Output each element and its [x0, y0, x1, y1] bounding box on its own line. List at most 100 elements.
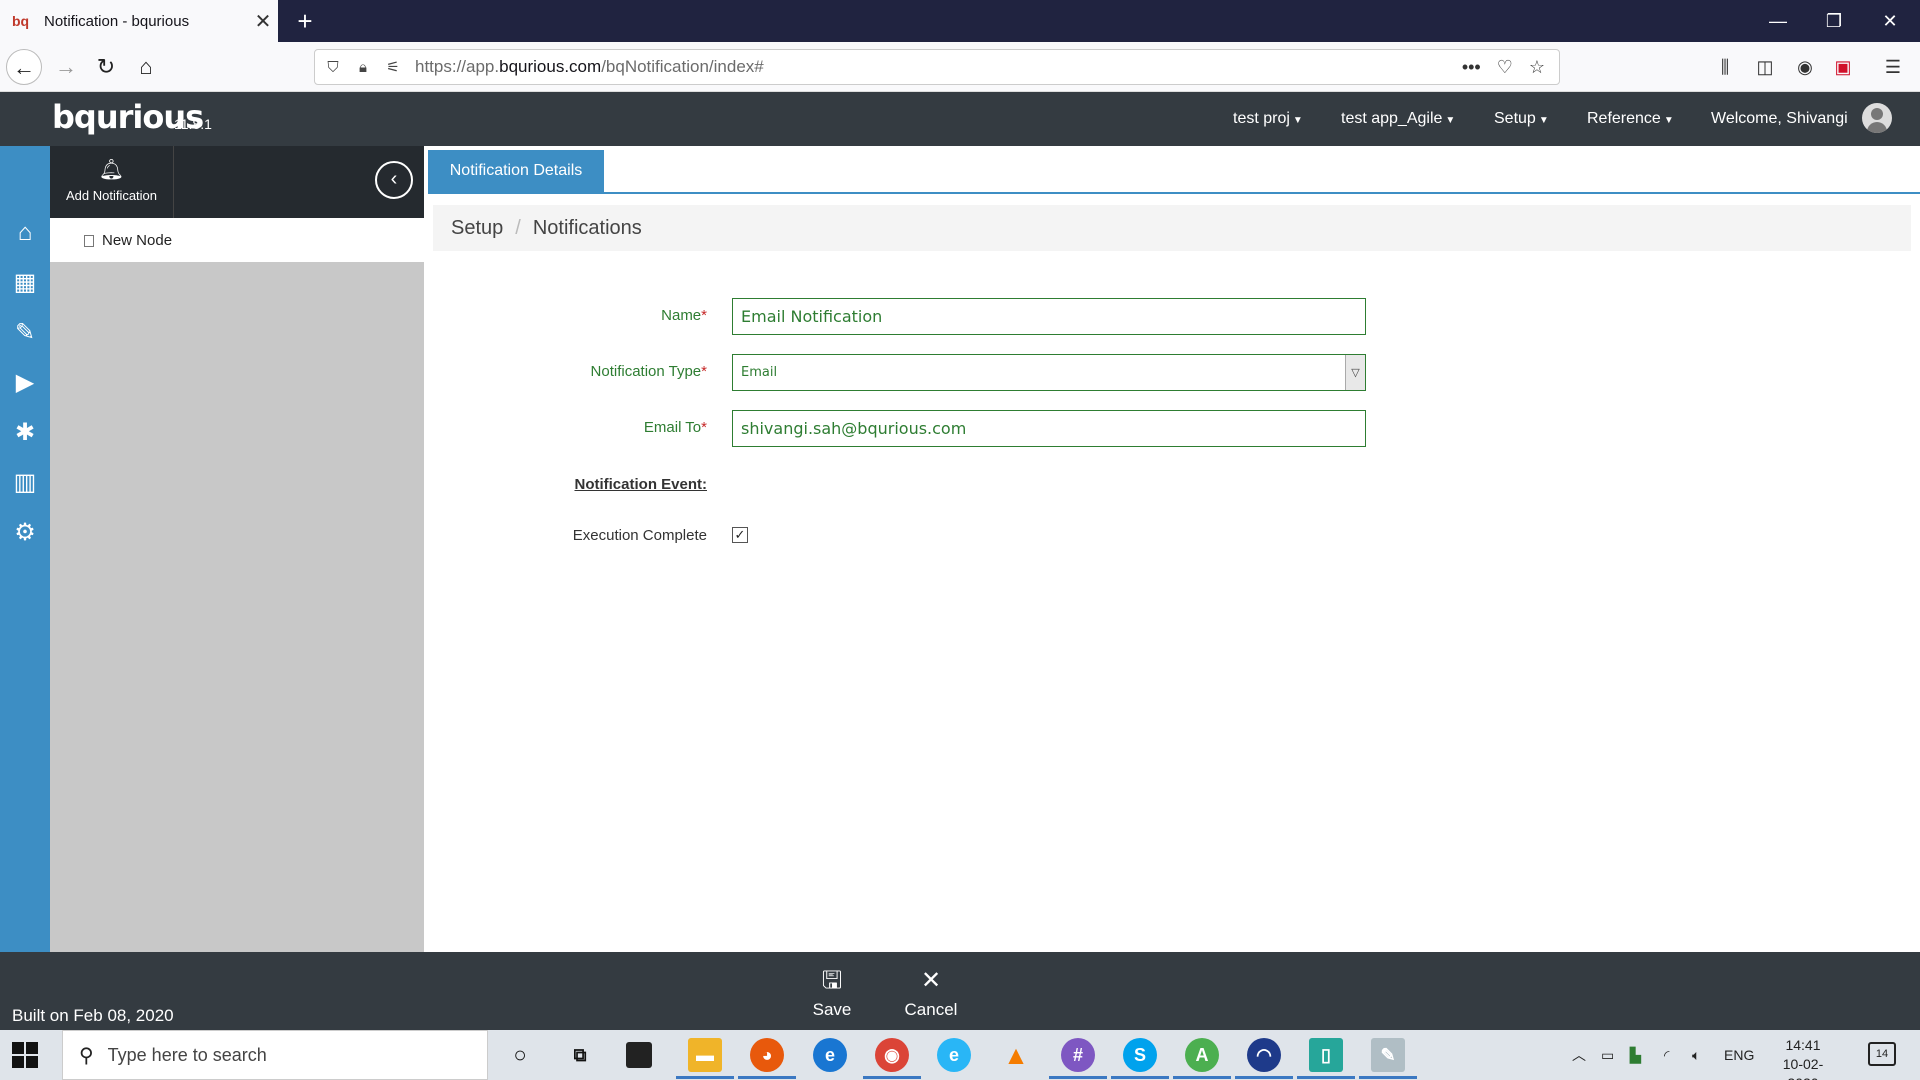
active-app-indicator: [1235, 1076, 1293, 1079]
internet-explorer-icon[interactable]: e: [937, 1038, 971, 1072]
android-studio-icon[interactable]: A: [1185, 1038, 1219, 1072]
floppy-disk-icon: 🖫: [821, 967, 843, 994]
execution-complete-checkbox[interactable]: ✓: [732, 527, 748, 543]
account-icon[interactable]: ◉: [1792, 54, 1818, 80]
breadcrumb-setup[interactable]: Setup: [451, 217, 503, 240]
back-arrow-icon[interactable]: ←: [6, 49, 42, 85]
main-tab-strip: Notification Details: [428, 150, 1920, 194]
notification-type-select[interactable]: Email ▽: [732, 354, 1366, 391]
skype-icon[interactable]: S: [1123, 1038, 1157, 1072]
url-bar[interactable]: ⛉ 🔒︎ ⚟ https://app.bqurious.com/bqNotifi…: [314, 49, 1560, 85]
caret-down-icon: ▼: [1538, 115, 1549, 126]
active-app-indicator: [676, 1076, 734, 1079]
name-field[interactable]: Email Notification: [732, 298, 1366, 335]
collapse-panel-icon[interactable]: ‹: [375, 161, 413, 199]
menu-setup[interactable]: Setup ▼: [1494, 92, 1549, 146]
add-notification-button[interactable]: 🔔︎ Add Notification: [50, 146, 174, 218]
cortana-icon[interactable]: ○: [503, 1038, 537, 1072]
tree-node-label: New Node: [102, 232, 173, 249]
permissions-icon[interactable]: ⚟: [381, 58, 405, 76]
menu-reference[interactable]: Reference ▼: [1587, 92, 1674, 146]
close-icon: ✕: [920, 967, 942, 994]
window-minimize-button[interactable]: —: [1750, 0, 1806, 42]
tab-close-icon[interactable]: ✕: [248, 9, 278, 34]
play-icon[interactable]: ▶: [10, 368, 40, 398]
window-restore-button[interactable]: ❐: [1806, 0, 1862, 42]
menu-project[interactable]: test proj ▼: [1233, 92, 1303, 146]
chevron-down-icon[interactable]: ▽: [1345, 355, 1365, 390]
notification-type-value: Email: [741, 365, 778, 380]
vlc-icon[interactable]: ▲: [999, 1038, 1033, 1072]
calendar-icon[interactable]: ▦: [10, 268, 40, 298]
app-header: bqurious 11.8.1 test proj ▼ test app_Agil…: [0, 92, 1920, 146]
build-date: Built on Feb 08, 2020: [12, 1006, 174, 1025]
task-view-icon[interactable]: ⧉: [563, 1038, 597, 1072]
browser-nav-bar: ← → ↻ ⌂ ⛉ 🔒︎ ⚟ https://app.bqurious.com/…: [0, 42, 1920, 92]
new-tab-button[interactable]: +: [288, 4, 322, 38]
active-app-indicator: [1111, 1076, 1169, 1079]
sidebar-toggle-icon[interactable]: ◫: [1752, 54, 1778, 80]
pocket-icon[interactable]: ♡: [1497, 57, 1513, 78]
wifi-icon[interactable]: ◜: [1664, 1030, 1669, 1080]
sticky-notes-icon[interactable]: [626, 1042, 652, 1068]
bug-icon[interactable]: ✱: [10, 418, 40, 448]
extension-icon[interactable]: ▣: [1830, 54, 1856, 80]
hamburger-menu-icon[interactable]: ☰: [1880, 54, 1906, 80]
caret-down-icon: ▼: [1445, 115, 1456, 126]
active-app-indicator: [1173, 1076, 1231, 1079]
welcome-user[interactable]: Welcome, Shivangi: [1711, 92, 1848, 146]
firefox-icon[interactable]: ◕: [750, 1038, 784, 1072]
tray-expand-icon[interactable]: ︿: [1572, 1030, 1586, 1080]
shield-icon[interactable]: ⛉: [321, 59, 345, 76]
edge-icon[interactable]: e: [813, 1038, 847, 1072]
windows-start-icon[interactable]: [12, 1042, 38, 1068]
taskbar-clock[interactable]: 14:41 10-02-2020: [1768, 1036, 1838, 1080]
notification-event-heading: Notification Event:: [574, 476, 707, 493]
active-app-indicator: [863, 1076, 921, 1079]
language-indicator[interactable]: ENG: [1724, 1030, 1754, 1080]
home-icon[interactable]: ⌂: [128, 49, 164, 85]
active-app-indicator: [1297, 1076, 1355, 1079]
forward-arrow-icon[interactable]: →: [48, 49, 84, 85]
tree-node[interactable]: New Node: [84, 232, 172, 249]
avatar[interactable]: [1862, 103, 1892, 133]
url-text[interactable]: https://app.bqurious.com/bqNotification/…: [415, 57, 1462, 77]
menu-application[interactable]: test app_Agile ▼: [1341, 92, 1455, 146]
active-app-indicator: [1049, 1076, 1107, 1079]
browser-tab[interactable]: bq Notification - bqurious ✕: [0, 0, 278, 42]
document-icon: [84, 234, 94, 247]
email-to-field[interactable]: shivangi.sah@bqurious.com: [732, 410, 1366, 447]
reload-icon[interactable]: ↻: [88, 49, 124, 85]
clock-date: 10-02-2020: [1782, 1056, 1824, 1080]
add-notification-label: Add Notification: [65, 188, 158, 203]
tray-app-icon[interactable]: ▙: [1630, 1030, 1641, 1080]
breadcrumb-separator: /: [515, 216, 521, 239]
window-close-button[interactable]: ✕: [1862, 0, 1918, 42]
action-center-icon[interactable]: 14: [1868, 1042, 1896, 1066]
slack-icon[interactable]: #: [1061, 1038, 1095, 1072]
bar-chart-icon[interactable]: ▥: [10, 468, 40, 498]
save-button[interactable]: 🖫 Save: [792, 968, 872, 1020]
breadcrumb: Setup / Notifications: [433, 205, 1911, 251]
lock-icon[interactable]: 🔒︎: [351, 59, 375, 76]
gears-icon[interactable]: ⚙: [10, 518, 40, 548]
chrome-icon[interactable]: ◉: [875, 1038, 909, 1072]
app-icon[interactable]: ◠: [1247, 1038, 1281, 1072]
paint-icon[interactable]: ✎: [1371, 1038, 1405, 1072]
taskbar-search-input[interactable]: ⚲ Type here to search: [62, 1030, 488, 1080]
battery-icon[interactable]: ▭: [1601, 1030, 1614, 1080]
tree-toolbar: 🔔︎ Add Notification ‹: [50, 146, 424, 218]
bookmark-star-icon[interactable]: ☆: [1529, 57, 1545, 78]
home-icon[interactable]: ⌂: [10, 218, 40, 248]
app-version: 11.8.1: [174, 116, 212, 132]
cancel-button[interactable]: ✕ Cancel: [891, 968, 971, 1020]
page-actions-icon[interactable]: •••: [1462, 57, 1481, 78]
volume-icon[interactable]: 🔈︎: [1692, 1030, 1700, 1080]
notification-type-label: Notification Type*: [590, 363, 707, 380]
tab-notification-details[interactable]: Notification Details: [428, 150, 604, 192]
pencil-icon[interactable]: ✎: [10, 318, 40, 348]
file-explorer-icon[interactable]: ▬: [688, 1038, 722, 1072]
library-icon[interactable]: ⫼: [1712, 54, 1738, 80]
tree-panel: 🔔︎ Add Notification ‹ New Node: [50, 146, 424, 952]
device-icon[interactable]: ▯: [1309, 1038, 1343, 1072]
